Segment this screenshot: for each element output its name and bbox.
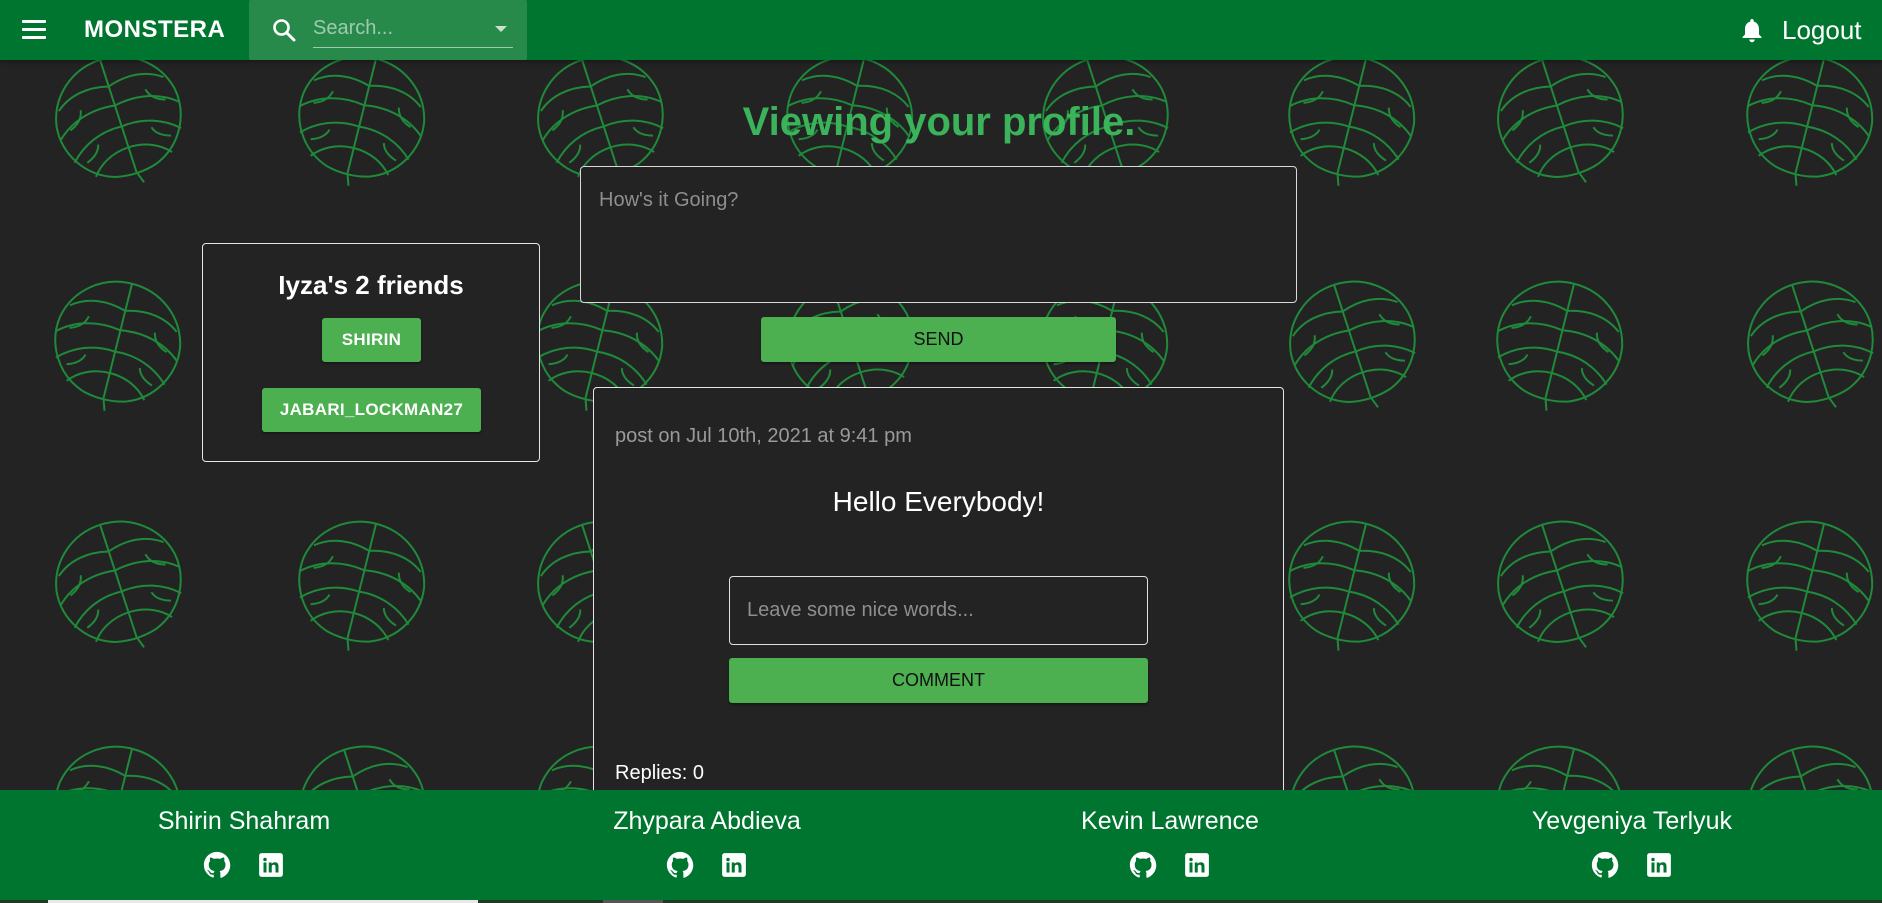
menu-icon[interactable] <box>14 12 54 48</box>
monstera-leaf-icon <box>282 507 438 667</box>
app-bar: MONSTERA Logout <box>0 0 1882 60</box>
footer: Shirin Shahram Zhypara Abdieva Kevin Law… <box>0 790 1882 903</box>
friend-button-jabari[interactable]: JABARI_LOCKMAN27 <box>262 388 481 432</box>
linkedin-icon[interactable] <box>256 850 286 880</box>
linkedin-icon[interactable] <box>1182 850 1212 880</box>
monstera-leaf-icon <box>38 267 194 427</box>
brand-logo-text[interactable]: MONSTERA <box>84 16 225 44</box>
replies-count: Replies: 0 <box>615 762 704 784</box>
monstera-leaf-icon <box>1480 267 1636 427</box>
member-name: Kevin Lawrence <box>1081 807 1259 835</box>
post-body: Hello Everybody! <box>832 486 1045 517</box>
search-input[interactable] <box>313 14 513 42</box>
monstera-leaf-icon <box>283 729 445 790</box>
member-links <box>1020 850 1320 880</box>
monstera-leaf-icon <box>1480 732 1636 790</box>
member-name: Zhypara Abdieva <box>613 807 801 835</box>
member-links <box>1482 850 1782 880</box>
comment-button[interactable]: COMMENT <box>729 658 1148 703</box>
member-name: Yevgeniya Terlyuk <box>1531 807 1733 835</box>
github-icon[interactable] <box>1128 850 1158 880</box>
post-card: post on Jul 10th, 2021 at 9:41 pm Hello … <box>593 387 1284 807</box>
friend-button-shirin[interactable]: SHIRIN <box>322 318 421 362</box>
monstera-leaf-icon <box>1273 729 1435 790</box>
compose-post-textarea[interactable] <box>580 166 1297 303</box>
send-button[interactable]: SEND <box>761 317 1116 362</box>
linkedin-icon[interactable] <box>1644 850 1674 880</box>
friends-card: Iyza's 2 friends SHIRIN JABARI_LOCKMAN27 <box>202 243 540 462</box>
linkedin-icon[interactable] <box>719 850 749 880</box>
page-title: Viewing your profile. <box>742 100 1136 144</box>
monstera-leaf-icon <box>1273 264 1435 429</box>
monstera-leaf-icon <box>1481 504 1643 669</box>
member-links <box>557 850 857 880</box>
post-timestamp: post on Jul 10th, 2021 at 9:41 pm <box>615 425 912 447</box>
monstera-leaf-icon <box>1731 264 1882 429</box>
search-underline <box>313 47 513 48</box>
member-name: Shirin Shahram <box>157 807 331 835</box>
search-icon[interactable] <box>271 17 297 43</box>
search-box <box>249 0 527 60</box>
monstera-leaf-icon <box>1272 507 1428 667</box>
bell-icon[interactable] <box>1738 16 1766 44</box>
monstera-leaf-icon <box>1731 729 1882 790</box>
chevron-down-icon[interactable] <box>495 26 507 32</box>
github-icon[interactable] <box>665 850 695 880</box>
monstera-leaf-icon <box>38 732 194 790</box>
logout-button[interactable]: Logout <box>1782 15 1862 46</box>
github-icon[interactable] <box>202 850 232 880</box>
comment-input[interactable] <box>729 576 1148 645</box>
friends-title: Iyza's 2 friends <box>278 270 464 300</box>
monstera-leaf-icon <box>39 504 201 669</box>
monstera-leaf-icon <box>1730 507 1882 667</box>
github-icon[interactable] <box>1590 850 1620 880</box>
member-links <box>94 850 394 880</box>
